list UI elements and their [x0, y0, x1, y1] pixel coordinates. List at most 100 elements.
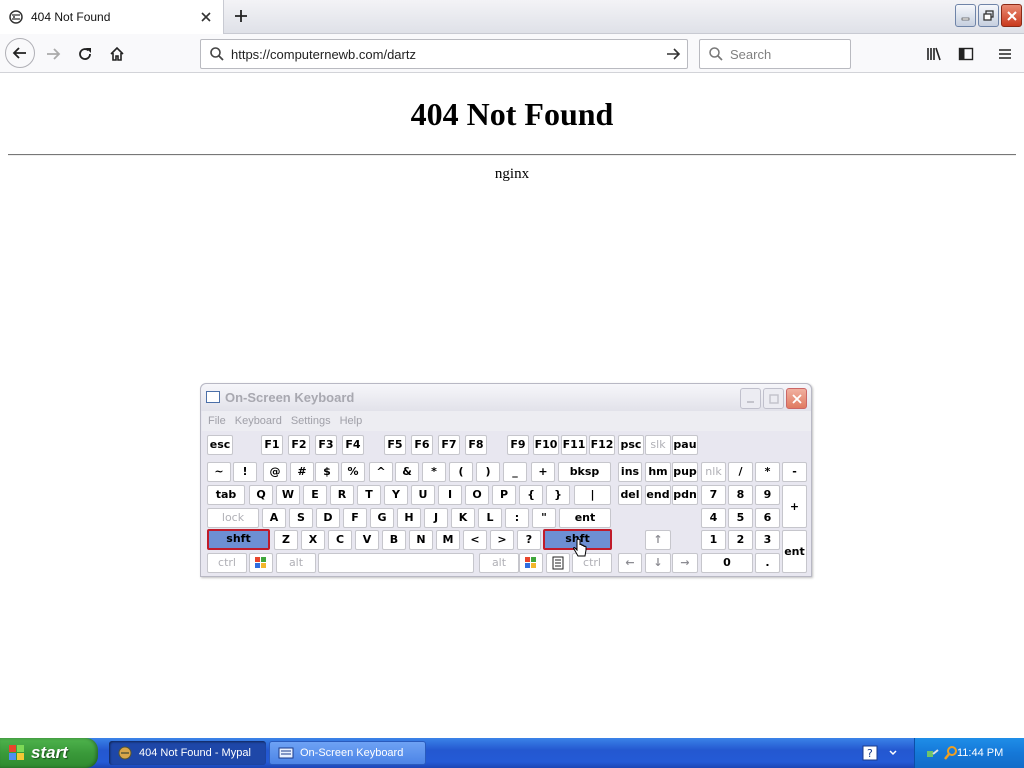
- forward-button[interactable]: [38, 39, 68, 69]
- key-pipe[interactable]: |: [574, 485, 611, 505]
- key-v[interactable]: V: [355, 530, 379, 550]
- key-arrow-up[interactable]: ↑: [645, 530, 671, 550]
- key-arrow-left[interactable]: ←: [618, 553, 642, 573]
- key-e[interactable]: E: [303, 485, 327, 505]
- key-numpad-7[interactable]: 7: [701, 485, 726, 505]
- back-button[interactable]: [5, 38, 35, 68]
- key-numpad-divide[interactable]: /: [728, 462, 753, 482]
- key-d[interactable]: D: [316, 508, 340, 528]
- key-menu[interactable]: [546, 553, 570, 573]
- key-hm[interactable]: hm: [645, 462, 671, 482]
- sidebar-icon[interactable]: [951, 39, 981, 69]
- key-pau[interactable]: pau: [672, 435, 698, 455]
- key-g[interactable]: G: [370, 508, 394, 528]
- key-caret[interactable]: ^: [369, 462, 393, 482]
- network-icon[interactable]: [925, 745, 941, 761]
- key-r[interactable]: R: [330, 485, 354, 505]
- taskbar-item-mypal[interactable]: 404 Not Found - Mypal: [109, 741, 266, 765]
- key-bksp[interactable]: bksp: [558, 462, 611, 482]
- key-windows-right[interactable]: [519, 553, 543, 573]
- key-l[interactable]: L: [478, 508, 502, 528]
- key-tilde[interactable]: ~: [207, 462, 231, 482]
- go-arrow-icon[interactable]: [665, 46, 681, 62]
- key-i[interactable]: I: [438, 485, 462, 505]
- key-greater-than[interactable]: >: [490, 530, 514, 550]
- key-underscore[interactable]: _: [503, 462, 527, 482]
- key-numpad-3[interactable]: 3: [755, 530, 780, 550]
- key-left-shift[interactable]: shft: [207, 529, 270, 550]
- menu-help[interactable]: Help: [340, 415, 363, 427]
- key-ampersand[interactable]: &: [395, 462, 419, 482]
- key-at[interactable]: @: [263, 462, 287, 482]
- key-numpad-8[interactable]: 8: [728, 485, 753, 505]
- key-left-ctrl[interactable]: ctrl: [207, 553, 247, 573]
- key-numpad-decimal[interactable]: .: [755, 553, 780, 573]
- restore-window-button[interactable]: [978, 4, 999, 27]
- key-y[interactable]: Y: [384, 485, 408, 505]
- key-numpad-1[interactable]: 1: [701, 530, 726, 550]
- key-arrow-right[interactable]: →: [672, 553, 698, 573]
- key-arrow-down[interactable]: ↓: [645, 553, 671, 573]
- close-tab-icon[interactable]: [197, 8, 215, 26]
- address-bar[interactable]: https://computernewb.com/dartz: [200, 39, 688, 69]
- key-numpad-5[interactable]: 5: [728, 508, 753, 528]
- key-enter[interactable]: ent: [559, 508, 611, 528]
- osk-maximize-button[interactable]: [763, 388, 784, 409]
- key-colon[interactable]: :: [505, 508, 529, 528]
- osk-title-bar[interactable]: On-Screen Keyboard: [201, 384, 811, 411]
- key-f7[interactable]: F7: [438, 435, 460, 455]
- key-numpad-6[interactable]: 6: [755, 508, 780, 528]
- key-f12[interactable]: F12: [589, 435, 615, 455]
- home-button[interactable]: [102, 39, 132, 69]
- key-f5[interactable]: F5: [384, 435, 406, 455]
- key-f6[interactable]: F6: [411, 435, 433, 455]
- browser-tab[interactable]: 404 Not Found: [0, 0, 224, 34]
- start-button[interactable]: start: [0, 738, 98, 768]
- search-field[interactable]: Search: [699, 39, 851, 69]
- key-f10[interactable]: F10: [533, 435, 559, 455]
- key-o[interactable]: O: [465, 485, 489, 505]
- key-windows[interactable]: [249, 553, 273, 573]
- key-f9[interactable]: F9: [507, 435, 529, 455]
- key-slk[interactable]: slk: [645, 435, 671, 455]
- key-b[interactable]: B: [382, 530, 406, 550]
- key-right-alt[interactable]: alt: [479, 553, 519, 573]
- menu-keyboard[interactable]: Keyboard: [235, 415, 282, 427]
- key-t[interactable]: T: [357, 485, 381, 505]
- key-f4[interactable]: F4: [342, 435, 364, 455]
- key-pup[interactable]: pup: [672, 462, 698, 482]
- key-percent[interactable]: %: [341, 462, 365, 482]
- key-numpad-plus[interactable]: +: [782, 485, 807, 528]
- key-caps-lock[interactable]: lock: [207, 508, 259, 528]
- osk-close-button[interactable]: [786, 388, 807, 409]
- key-f3[interactable]: F3: [315, 435, 337, 455]
- key-numpad-multiply[interactable]: *: [755, 462, 780, 482]
- key-rbrace[interactable]: }: [546, 485, 570, 505]
- key-f1[interactable]: F1: [261, 435, 283, 455]
- key-numpad-0[interactable]: 0: [701, 553, 753, 573]
- key-numpad-minus[interactable]: -: [782, 462, 807, 482]
- key-n[interactable]: N: [409, 530, 433, 550]
- key-c[interactable]: C: [328, 530, 352, 550]
- key-f2[interactable]: F2: [288, 435, 310, 455]
- key-tab[interactable]: tab: [207, 485, 245, 505]
- key-dollar[interactable]: $: [315, 462, 339, 482]
- key-w[interactable]: W: [276, 485, 300, 505]
- key-end[interactable]: end: [645, 485, 671, 505]
- key-question[interactable]: ?: [517, 530, 541, 550]
- key-numpad-2[interactable]: 2: [728, 530, 753, 550]
- key-quote[interactable]: ": [532, 508, 556, 528]
- key-less-than[interactable]: <: [463, 530, 487, 550]
- key-lparen[interactable]: (: [449, 462, 473, 482]
- key-plus[interactable]: +: [531, 462, 555, 482]
- key-m[interactable]: M: [436, 530, 460, 550]
- key-k[interactable]: K: [451, 508, 475, 528]
- key-a[interactable]: A: [262, 508, 286, 528]
- key-f8[interactable]: F8: [465, 435, 487, 455]
- key-psc[interactable]: psc: [618, 435, 644, 455]
- key-nlk[interactable]: nlk: [701, 462, 726, 482]
- clock[interactable]: 11:44 PM: [957, 747, 1003, 759]
- minimize-window-button[interactable]: [955, 4, 976, 27]
- key-pdn[interactable]: pdn: [672, 485, 698, 505]
- key-left-alt[interactable]: alt: [276, 553, 316, 573]
